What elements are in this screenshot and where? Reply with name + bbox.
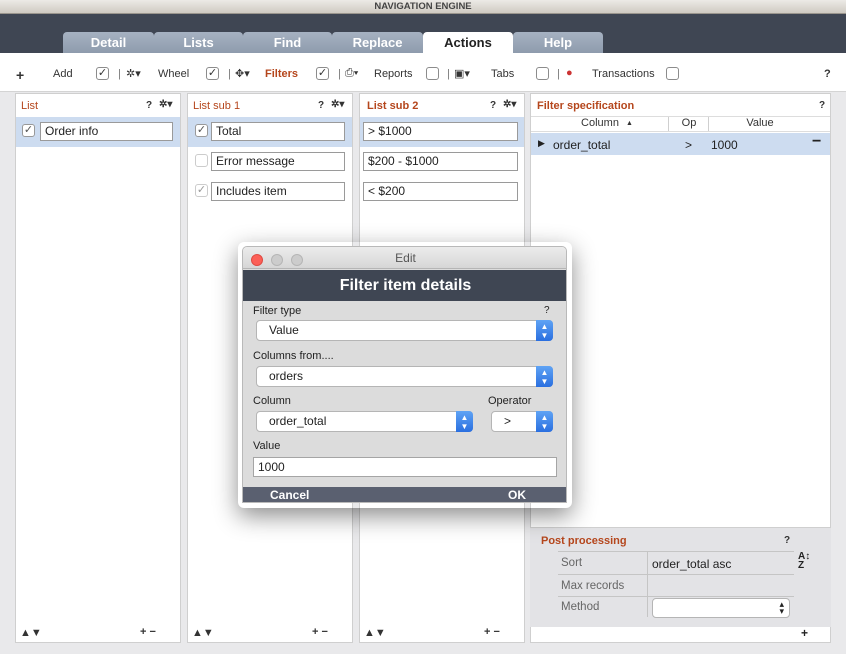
- sub1-includes-field[interactable]: Includes item: [211, 182, 345, 201]
- sub1-add-remove[interactable]: + −: [312, 626, 328, 638]
- sub1-gear-icon[interactable]: ✲▾: [331, 99, 344, 110]
- sub2-help-icon[interactable]: ?: [490, 100, 496, 111]
- sub1-total-checkbox[interactable]: ✓: [195, 124, 208, 137]
- dialog-help-icon[interactable]: ?: [544, 305, 550, 316]
- dialog-window-title: Edit: [395, 251, 416, 265]
- post-processing-title: Post processing: [541, 535, 627, 547]
- list-panel: [15, 93, 181, 643]
- sub2-add-remove[interactable]: + −: [484, 626, 500, 638]
- transactions-checkbox[interactable]: [666, 67, 679, 80]
- reports-icon[interactable]: ⎙▾: [345, 67, 358, 80]
- transactions-label: Transactions: [592, 68, 655, 80]
- operator-value: >: [504, 414, 512, 428]
- toolbar-help-icon[interactable]: ?: [824, 68, 831, 80]
- list-move-icons[interactable]: ▲▼: [20, 627, 42, 639]
- select-arrows-icon: ▴ ▾: [779, 599, 784, 616]
- sub1-move-icons[interactable]: ▲▼: [192, 627, 214, 639]
- remove-row-icon[interactable]: −: [812, 133, 821, 151]
- tab-actions[interactable]: Actions: [423, 32, 513, 53]
- wheel-icon[interactable]: ✲▾: [126, 67, 141, 80]
- select-arrows-icon: ▲ ▼: [536, 411, 553, 432]
- list-sub2-title: List sub 2: [367, 100, 419, 112]
- transactions-icon[interactable]: ●: [566, 67, 573, 79]
- operator-label: Operator: [488, 395, 532, 407]
- value-label: Value: [253, 440, 281, 452]
- filters-checkbox[interactable]: ✓: [316, 67, 329, 80]
- sub2-gear-icon[interactable]: ✲▾: [503, 99, 516, 110]
- ok-button[interactable]: OK: [508, 488, 526, 502]
- list-item-field[interactable]: Order info: [40, 122, 173, 141]
- columns-from-select[interactable]: orders ▲ ▼: [256, 366, 553, 387]
- select-arrows-icon: ▲ ▼: [456, 411, 473, 432]
- col-header-column[interactable]: Column: [550, 117, 650, 129]
- column-select[interactable]: order_total ▲ ▼: [256, 411, 473, 432]
- list-sub1-title: List sub 1: [193, 100, 241, 112]
- col-header-value[interactable]: Value: [710, 117, 810, 129]
- sub1-includes-checkbox[interactable]: ✓: [195, 184, 208, 197]
- tabs-label: Tabs: [491, 68, 515, 80]
- dialog-header: Filter item details: [243, 270, 566, 301]
- sub1-help-icon[interactable]: ?: [318, 100, 324, 111]
- filter-type-select[interactable]: Value ▲ ▼: [256, 320, 553, 341]
- reports-label: Reports: [374, 68, 413, 80]
- sort-asc-icon[interactable]: ▲: [626, 117, 633, 131]
- list-add-remove[interactable]: + −: [140, 626, 156, 638]
- tab-find[interactable]: Find: [243, 32, 332, 53]
- method-label: Method: [561, 601, 600, 613]
- sort-value[interactable]: order_total asc: [652, 557, 731, 571]
- columns-from-label: Columns from....: [253, 350, 334, 362]
- wheel-label: Wheel: [158, 68, 190, 80]
- list-help-icon[interactable]: ?: [146, 100, 152, 111]
- wheel-checkbox[interactable]: ✓: [206, 67, 219, 80]
- tab-lists[interactable]: Lists: [154, 32, 243, 53]
- tabs-icon[interactable]: ▣▾: [454, 67, 470, 80]
- filter-row-value: 1000: [711, 138, 738, 152]
- sort-label: Sort: [561, 557, 583, 569]
- value-input[interactable]: 1000: [253, 457, 557, 477]
- filter-type-value: Value: [269, 323, 299, 337]
- filters-icon[interactable]: ✥▾: [235, 67, 250, 80]
- filter-spec-help-icon[interactable]: ?: [819, 100, 825, 111]
- filter-row-op: >: [685, 138, 693, 152]
- filter-spec-title: Filter specification: [537, 100, 635, 112]
- operator-select[interactable]: > ▲ ▼: [491, 411, 553, 432]
- filters-label: Filters: [265, 68, 299, 80]
- select-arrows-icon: ▲ ▼: [536, 320, 553, 341]
- post-help-icon[interactable]: ?: [784, 535, 790, 546]
- sub2-move-icons[interactable]: ▲▼: [364, 627, 386, 639]
- sort-az-icon[interactable]: A↕ Z: [798, 552, 810, 571]
- select-arrows-icon: ▲ ▼: [536, 366, 553, 387]
- sub2-item-field[interactable]: < $200: [363, 182, 518, 201]
- disclosure-triangle-icon[interactable]: ▶: [538, 138, 545, 149]
- sub1-error-field[interactable]: Error message: [211, 152, 345, 171]
- add-label: Add: [53, 68, 73, 80]
- list-item-checkbox[interactable]: ✓: [22, 124, 35, 137]
- add-plus-icon[interactable]: +: [16, 67, 24, 83]
- sub1-error-checkbox[interactable]: [195, 154, 208, 167]
- sub1-total-field[interactable]: Total: [211, 122, 345, 141]
- sub2-item-field[interactable]: $200 - $1000: [363, 152, 518, 171]
- column-label: Column: [253, 395, 291, 407]
- post-add-icon[interactable]: +: [801, 626, 808, 640]
- tab-replace[interactable]: Replace: [332, 32, 423, 53]
- tabs-checkbox[interactable]: [536, 67, 549, 80]
- list-title: List: [21, 100, 39, 112]
- sub2-item-field[interactable]: > $1000: [363, 122, 518, 141]
- list-gear-icon[interactable]: ✲▾: [159, 99, 172, 110]
- cancel-button[interactable]: Cancel: [270, 488, 309, 502]
- edit-dialog: Edit Filter item details Filter type ? V…: [242, 246, 567, 503]
- add-checkbox[interactable]: ✓: [96, 67, 109, 80]
- tab-detail[interactable]: Detail: [63, 32, 154, 53]
- columns-from-value: orders: [269, 369, 304, 383]
- column-value: order_total: [269, 414, 327, 428]
- window-title: NAVIGATION ENGINE: [0, 0, 846, 14]
- max-records-label: Max records: [561, 580, 625, 592]
- filter-type-label: Filter type: [253, 305, 302, 317]
- col-header-op[interactable]: Op: [670, 117, 708, 129]
- method-select[interactable]: ▴ ▾: [652, 598, 790, 618]
- tab-help[interactable]: Help: [513, 32, 603, 53]
- filter-row-column: order_total: [553, 138, 611, 152]
- reports-checkbox[interactable]: [426, 67, 439, 80]
